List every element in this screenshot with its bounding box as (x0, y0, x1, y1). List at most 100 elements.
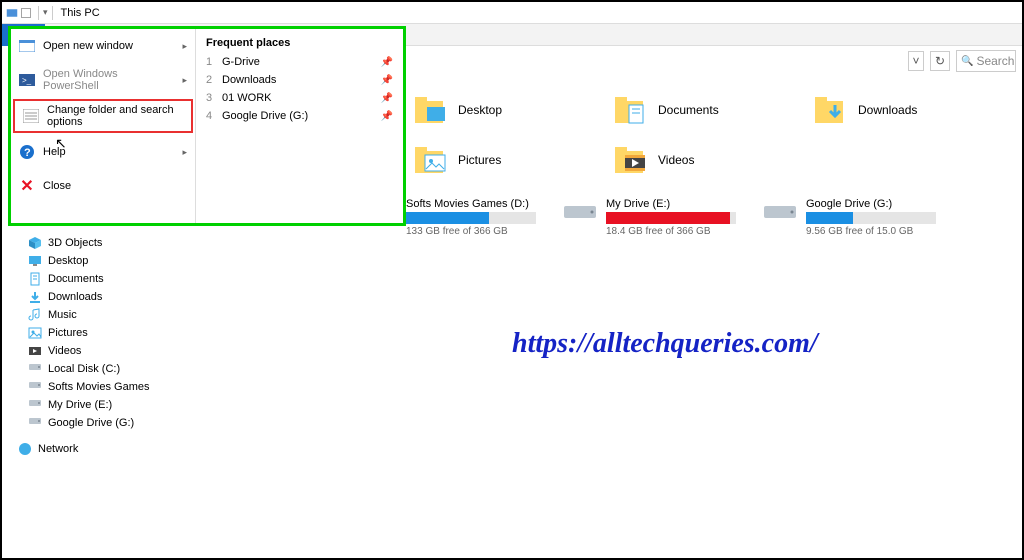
close-icon: ✕ (19, 178, 35, 194)
folder-item[interactable]: Desktop (412, 92, 612, 128)
desktop-icon (28, 254, 42, 268)
window-icon (19, 38, 35, 54)
disk-icon (28, 380, 42, 394)
music-icon (28, 308, 42, 322)
disk-icon (28, 398, 42, 412)
menu-open-new-window[interactable]: Open new window ▸ (11, 29, 195, 63)
drive-label: Softs Movies Games (D:) (406, 198, 562, 210)
drive-icon (762, 198, 798, 226)
svg-text:?: ? (24, 147, 31, 159)
nav-label: Documents (48, 273, 104, 285)
qat-separator (38, 6, 39, 20)
folder-item[interactable]: Downloads (812, 92, 1012, 128)
nav-label: Music (48, 309, 77, 321)
down-icon (28, 290, 42, 304)
qat-icon[interactable] (20, 7, 32, 19)
sys-icon (6, 7, 18, 19)
help-icon: ? (19, 144, 35, 160)
menu-label: Change folder and search options (47, 104, 183, 128)
frequent-place-item[interactable]: 4 Google Drive (G:) 📌 (206, 107, 393, 125)
drive-item[interactable]: My Drive (E:) 18.4 GB free of 366 GB (562, 198, 762, 237)
drive-info: Softs Movies Games (D:) 133 GB free of 3… (406, 198, 562, 237)
nav-item[interactable]: 3D Objects (12, 234, 172, 252)
search-placeholder: Search (976, 54, 1014, 68)
folder-icon (412, 142, 450, 178)
submenu-arrow-icon: ▸ (182, 75, 187, 86)
drive-info: Google Drive (G:) 9.56 GB free of 15.0 G… (806, 198, 962, 237)
network-icon (18, 442, 32, 456)
drive-usage-bar (806, 212, 936, 224)
address-dropdown-icon[interactable]: ˅ (908, 51, 924, 71)
nav-item[interactable]: Documents (12, 270, 172, 288)
folder-item[interactable]: Pictures (412, 142, 612, 178)
qat-dropdown-icon[interactable]: ▾ (43, 7, 48, 18)
nav-network[interactable]: Network (12, 440, 172, 458)
search-input[interactable]: 🔍 Search (956, 50, 1016, 72)
folder-item[interactable]: Videos (612, 142, 812, 178)
drive-free-text: 18.4 GB free of 366 GB (606, 226, 762, 237)
menu-label: Close (43, 180, 71, 192)
fp-label: 01 WORK (222, 92, 272, 104)
drive-icon (562, 198, 598, 226)
nav-item[interactable]: Pictures (12, 324, 172, 342)
nav-tree: 3D Objects Desktop Documents Downloads Music… (12, 234, 172, 458)
vid-icon (28, 344, 42, 358)
fp-index: 1 (206, 56, 216, 68)
frequent-place-item[interactable]: 3 01 WORK 📌 (206, 89, 393, 107)
pin-icon[interactable]: 📌 (381, 75, 393, 86)
title-separator (52, 6, 53, 20)
fp-label: Google Drive (G:) (222, 110, 308, 122)
nav-item[interactable]: Google Drive (G:) (12, 414, 172, 432)
menu-label: Open Windows PowerShell (43, 68, 174, 92)
nav-item[interactable]: Desktop (12, 252, 172, 270)
pin-icon[interactable]: 📌 (381, 111, 393, 122)
folder-label: Documents (658, 103, 719, 117)
nav-label: Pictures (48, 327, 88, 339)
nav-label: Google Drive (G:) (48, 417, 134, 429)
watermark-text: https://alltechqueries.com/ (512, 328, 818, 360)
disk-icon (28, 416, 42, 430)
submenu-arrow-icon: ▸ (182, 41, 187, 52)
nav-label: Local Disk (C:) (48, 363, 120, 375)
menu-change-folder-options[interactable]: Change folder and search options (13, 99, 193, 133)
fp-index: 4 (206, 110, 216, 122)
menu-help[interactable]: ? Help ▸ (11, 135, 195, 169)
nav-item[interactable]: Music (12, 306, 172, 324)
file-menu-right: Frequent places 1G-Drive📌2Downloads📌301 … (196, 29, 403, 223)
fp-label: Downloads (222, 74, 276, 86)
folder-icon (612, 142, 650, 178)
folder-icon (612, 92, 650, 128)
fp-index: 3 (206, 92, 216, 104)
fp-label: G-Drive (222, 56, 260, 68)
drive-item[interactable]: Google Drive (G:) 9.56 GB free of 15.0 G… (762, 198, 962, 237)
nav-label: 3D Objects (48, 237, 102, 249)
frequent-place-item[interactable]: 1 G-Drive 📌 (206, 53, 393, 71)
drive-label: Google Drive (G:) (806, 198, 962, 210)
nav-item[interactable]: Softs Movies Games (12, 378, 172, 396)
nav-label: Desktop (48, 255, 88, 267)
frequent-place-item[interactable]: 2Downloads📌 (206, 71, 393, 89)
nav-item[interactable]: My Drive (E:) (12, 396, 172, 414)
drive-usage-bar (406, 212, 536, 224)
mouse-cursor-icon: ↖ (55, 135, 67, 152)
nav-label: Network (38, 443, 78, 455)
nav-item[interactable]: Downloads (12, 288, 172, 306)
nav-item[interactable]: Videos (12, 342, 172, 360)
powershell-icon: >_ (19, 72, 35, 88)
folder-icon (812, 92, 850, 128)
drive-info: My Drive (E:) 18.4 GB free of 366 GB (606, 198, 762, 237)
menu-close[interactable]: ✕ Close (11, 169, 195, 203)
cube-icon (28, 236, 42, 250)
address-bar-right: ˅ ↻ 🔍 Search (908, 50, 1016, 72)
pin-icon[interactable]: 📌 (381, 93, 393, 104)
submenu-arrow-icon: ▸ (182, 147, 187, 158)
folder-label: Downloads (858, 103, 917, 117)
title-bar: ▾ This PC (2, 2, 1022, 24)
drive-free-text: 9.56 GB free of 15.0 GB (806, 226, 962, 237)
search-icon: 🔍 (961, 56, 973, 67)
menu-open-powershell[interactable]: >_ Open Windows PowerShell ▸ (11, 63, 195, 97)
pin-icon[interactable]: 📌 (381, 57, 393, 68)
nav-item[interactable]: Local Disk (C:) (12, 360, 172, 378)
folder-item[interactable]: Documents (612, 92, 812, 128)
refresh-icon[interactable]: ↻ (930, 51, 950, 71)
